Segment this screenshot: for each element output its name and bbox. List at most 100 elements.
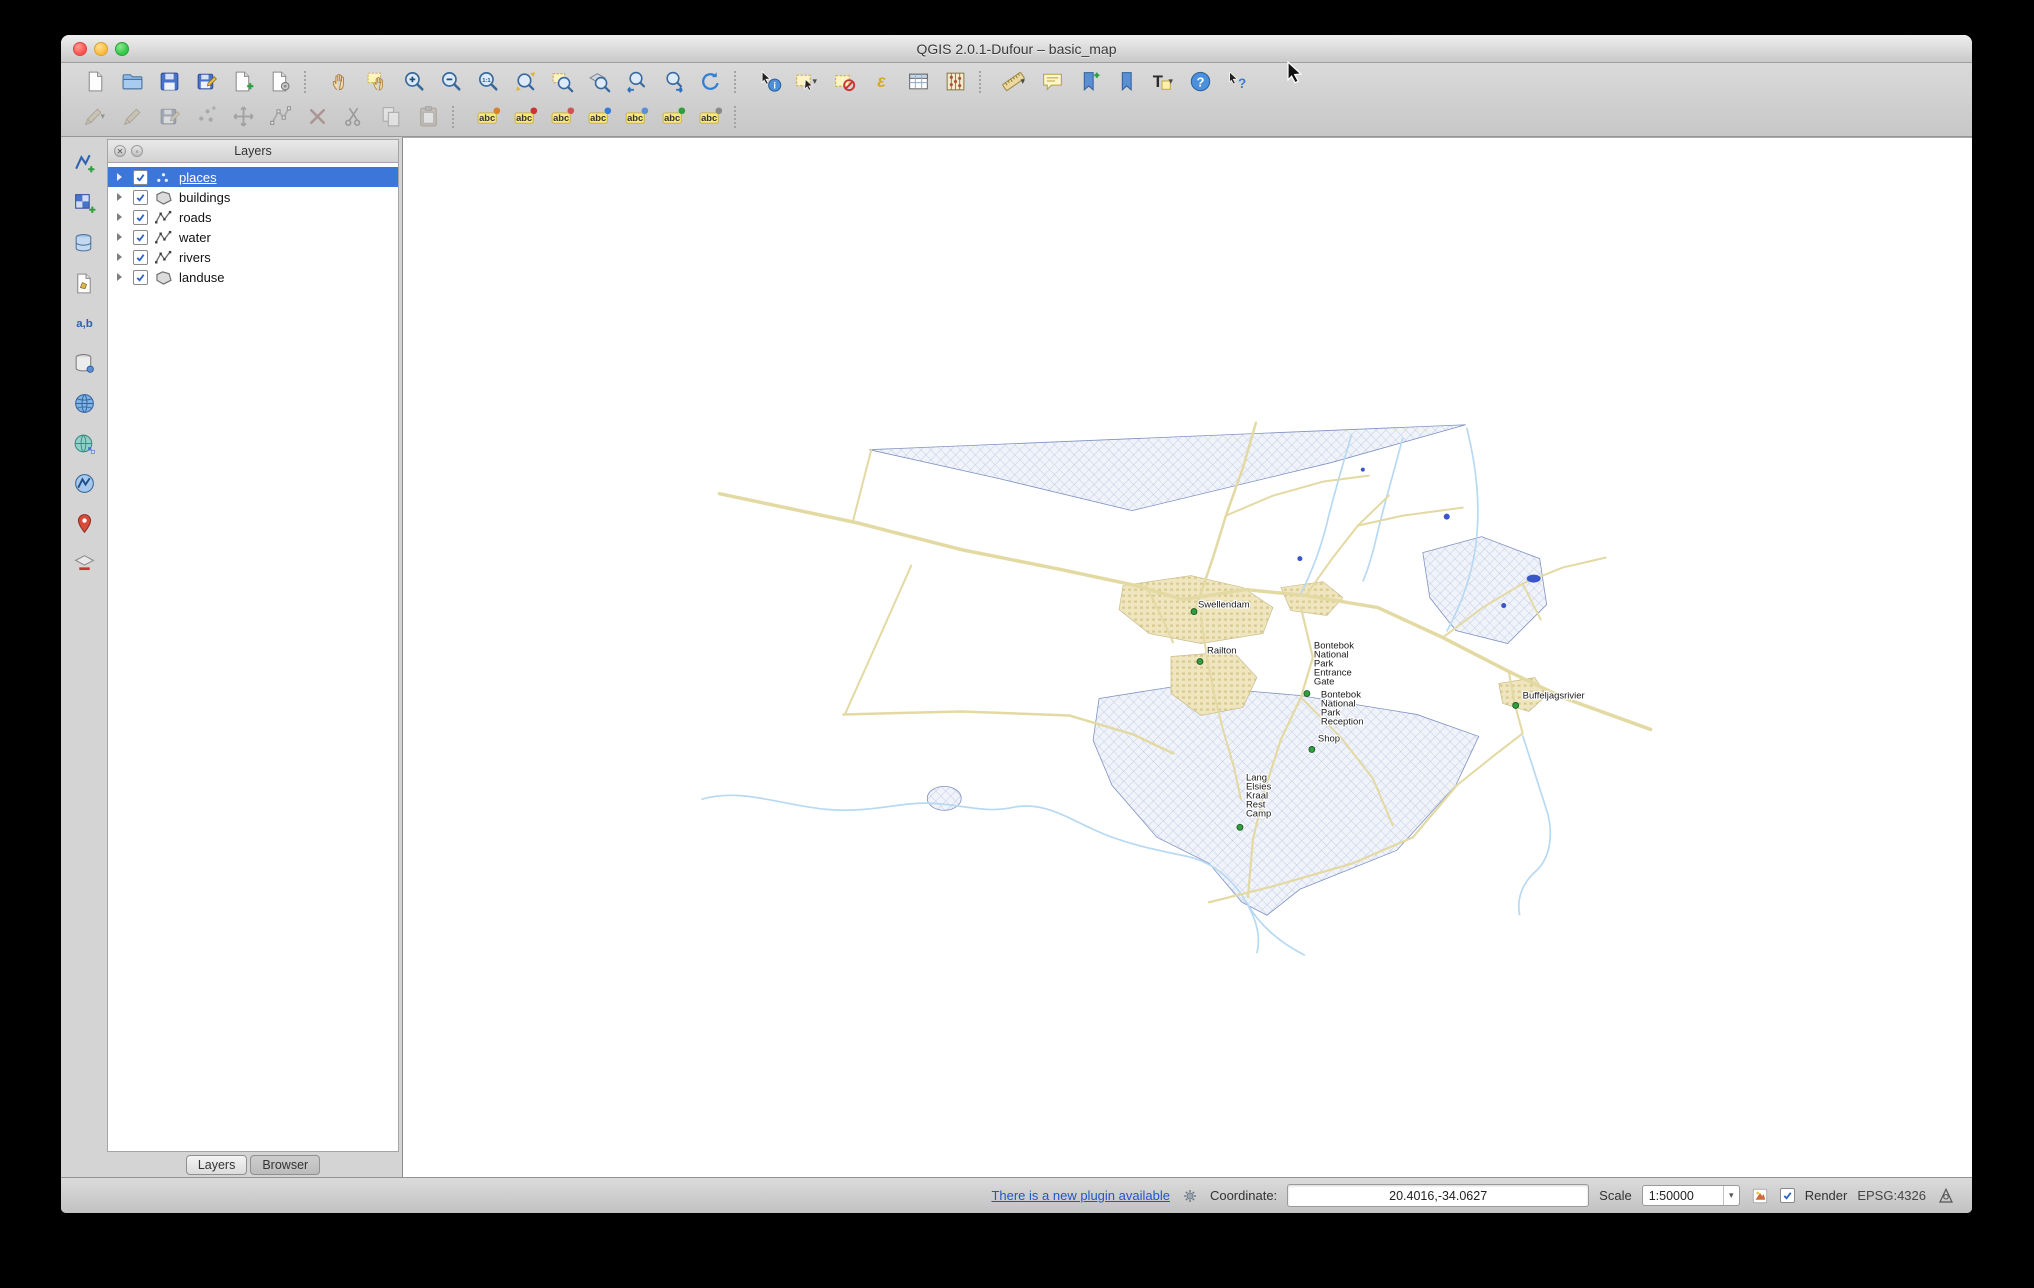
layer-name[interactable]: water <box>179 230 211 245</box>
layer-row-buildings[interactable]: buildings <box>108 187 398 207</box>
expand-arrow-icon[interactable] <box>117 253 127 261</box>
layer-name[interactable]: roads <box>179 210 212 225</box>
layer-row-places[interactable]: places <box>108 167 398 187</box>
labeling-options-icon[interactable]: abc <box>472 101 504 132</box>
zoom-to-layer-icon[interactable] <box>583 66 615 97</box>
zoom-last-icon[interactable] <box>620 66 652 97</box>
expand-arrow-icon[interactable] <box>117 173 127 181</box>
expand-arrow-icon[interactable] <box>117 193 127 201</box>
zoom-to-selection-icon[interactable] <box>546 66 578 97</box>
expand-arrow-icon[interactable] <box>117 213 127 221</box>
layer-checkbox[interactable] <box>133 250 148 265</box>
zoom-next-icon[interactable] <box>657 66 689 97</box>
layer-name[interactable]: rivers <box>179 250 211 265</box>
plugin-icon[interactable] <box>1180 1186 1200 1206</box>
tab-layers[interactable]: Layers <box>186 1155 248 1175</box>
crs-status[interactable]: EPSG:4326 <box>1857 1188 1926 1203</box>
new-bookmark-icon[interactable] <box>1073 66 1105 97</box>
composer-manager-icon[interactable] <box>264 66 296 97</box>
layer-row-landuse[interactable]: landuse <box>108 267 398 287</box>
zoom-out-icon[interactable] <box>435 66 467 97</box>
whats-this-icon[interactable]: ? <box>1221 66 1253 97</box>
layer-checkbox[interactable] <box>133 170 148 185</box>
pan-to-selection-icon[interactable] <box>361 66 393 97</box>
add-raster-layer-icon[interactable] <box>68 189 100 218</box>
deselect-features-icon[interactable] <box>828 66 860 97</box>
chevron-down-icon[interactable]: ▾ <box>1723 1186 1739 1205</box>
coordinate-input[interactable] <box>1287 1184 1589 1207</box>
show-bookmarks-icon[interactable] <box>1110 66 1142 97</box>
titlebar[interactable]: QGIS 2.0.1-Dufour – basic_map <box>61 35 1972 63</box>
add-database-layer-icon[interactable] <box>68 229 100 258</box>
add-spatialite-layer-icon[interactable] <box>68 349 100 378</box>
add-vector-layer-icon[interactable] <box>68 149 100 178</box>
expand-arrow-icon[interactable] <box>117 233 127 241</box>
scale-combo[interactable]: 1:50000 ▾ <box>1642 1185 1740 1206</box>
zoom-native-icon[interactable]: 1:1 <box>472 66 504 97</box>
change-label-icon[interactable]: abc <box>657 101 689 132</box>
add-feature-icon[interactable] <box>190 101 222 132</box>
help-icon[interactable]: ? <box>1184 66 1216 97</box>
map-tips-icon[interactable] <box>1036 66 1068 97</box>
layer-name[interactable]: places <box>179 170 217 185</box>
pan-map-icon[interactable] <box>324 66 356 97</box>
rotate-label-icon[interactable]: abc <box>546 101 578 132</box>
render-preview-icon[interactable] <box>1750 1186 1770 1206</box>
field-calculator-icon[interactable] <box>939 66 971 97</box>
new-project-icon[interactable] <box>79 66 111 97</box>
delete-selected-icon[interactable] <box>301 101 333 132</box>
label-properties-icon[interactable]: abc <box>694 101 726 132</box>
layer-checkbox[interactable] <box>133 270 148 285</box>
identify-features-icon[interactable]: i <box>754 66 786 97</box>
add-gps-marker-layer-icon[interactable] <box>68 509 100 538</box>
zoom-in-icon[interactable] <box>398 66 430 97</box>
render-checkbox[interactable] <box>1780 1188 1795 1203</box>
current-edits-icon[interactable]: ▾ <box>79 101 111 132</box>
new-composer-icon[interactable] <box>227 66 259 97</box>
toggle-editing-icon[interactable] <box>116 101 148 132</box>
copy-features-icon[interactable] <box>375 101 407 132</box>
panel-close-icon[interactable]: ✕ <box>114 145 126 157</box>
new-shapefile-layer-icon[interactable] <box>68 269 100 298</box>
measure-icon[interactable]: ▾ <box>999 66 1031 97</box>
save-project-icon[interactable] <box>153 66 185 97</box>
move-feature-icon[interactable] <box>227 101 259 132</box>
map-canvas[interactable]: Swellendam Railton Bontebok National Par… <box>402 137 1972 1177</box>
new-plugin-link[interactable]: There is a new plugin available <box>991 1188 1170 1203</box>
text-annotation-icon[interactable]: T▾ <box>1147 66 1179 97</box>
zoom-window-button[interactable] <box>115 42 129 56</box>
layer-checkbox[interactable] <box>133 190 148 205</box>
select-by-expression-icon[interactable]: ε <box>865 66 897 97</box>
remove-layer-icon[interactable] <box>68 549 100 578</box>
layer-name[interactable]: landuse <box>179 270 225 285</box>
add-wcs-layer-icon[interactable] <box>68 429 100 458</box>
cut-features-icon[interactable] <box>338 101 370 132</box>
paste-features-icon[interactable] <box>412 101 444 132</box>
layer-row-roads[interactable]: roads <box>108 207 398 227</box>
layer-name[interactable]: buildings <box>179 190 230 205</box>
save-project-as-icon[interactable] <box>190 66 222 97</box>
close-window-button[interactable] <box>73 42 87 56</box>
expand-arrow-icon[interactable] <box>117 273 127 281</box>
add-wfs-layer-icon[interactable] <box>68 469 100 498</box>
show-hide-labels-icon[interactable]: abc <box>620 101 652 132</box>
attribute-table-icon[interactable] <box>902 66 934 97</box>
minimize-window-button[interactable] <box>94 42 108 56</box>
open-project-icon[interactable] <box>116 66 148 97</box>
node-tool-icon[interactable] <box>264 101 296 132</box>
layer-row-rivers[interactable]: rivers <box>108 247 398 267</box>
add-wms-layer-icon[interactable] <box>68 389 100 418</box>
select-features-icon[interactable]: ▾ <box>791 66 823 97</box>
zoom-full-icon[interactable] <box>509 66 541 97</box>
pin-labels-icon[interactable]: abc <box>583 101 615 132</box>
save-layer-edits-icon[interactable] <box>153 101 185 132</box>
layer-checkbox[interactable] <box>133 230 148 245</box>
refresh-icon[interactable] <box>694 66 726 97</box>
move-label-icon[interactable]: abc <box>509 101 541 132</box>
tab-browser[interactable]: Browser <box>250 1155 320 1175</box>
crs-icon[interactable] <box>1936 1186 1956 1206</box>
layer-checkbox[interactable] <box>133 210 148 225</box>
layer-row-water[interactable]: water <box>108 227 398 247</box>
panel-float-icon[interactable]: ◦ <box>131 145 143 157</box>
add-delimited-text-layer-icon[interactable]: a,b <box>68 309 100 338</box>
